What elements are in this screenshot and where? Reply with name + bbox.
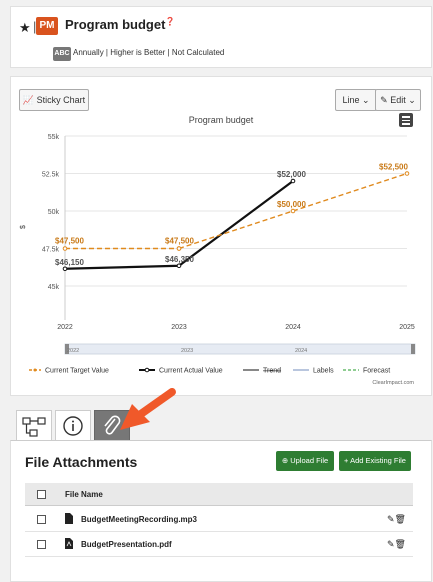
row-actions: ✎🗑 [387,514,406,525]
attachments-panel: File Attachments ⊕ Upload File + Add Exi… [10,440,432,582]
select-all-checkbox[interactable] [37,490,46,499]
navigator-handle-right [411,344,415,354]
row-checkbox[interactable] [37,540,46,549]
chart-icon: 📈 [22,95,35,105]
edit-label: Edit [390,95,406,105]
legend-swatch [33,368,37,372]
x-tick-label: 2024 [285,324,301,331]
info-icon [63,416,83,436]
add-existing-file-button[interactable]: + Add Existing File [339,451,411,471]
trash-icon[interactable]: 🗑 [395,539,406,549]
data-label: $46,350 [165,255,194,264]
upload-file-button[interactable]: ⊕ Upload File [276,451,334,471]
data-point [290,208,296,214]
data-label: $47,500 [55,237,84,246]
y-tick-label: 45k [48,284,60,291]
data-point [62,246,68,251]
row-checkbox[interactable] [37,515,46,524]
edit-dropdown[interactable]: ✎ Edit ⌄ [375,89,421,111]
row-actions: ✎🗑 [387,539,406,550]
y-tick-label: 55k [48,134,60,141]
title-text: Program budget [65,17,166,32]
column-header-file-name: File Name [65,490,103,499]
chart-menu-icon[interactable] [399,113,413,127]
y-tick-label: 47.5k [42,247,60,254]
data-label: $52,500 [379,163,408,172]
file-icon [65,513,73,524]
page-title: Program budget❓ [65,17,175,32]
y-tick-label: 50k [48,209,60,216]
data-label: $50,000 [277,200,306,209]
tab-info[interactable] [55,410,91,442]
pdf-file-icon [65,538,73,549]
data-label: $52,000 [277,170,306,179]
x-tick-label: 2022 [57,324,73,331]
x-tick-label: 2025 [399,324,415,331]
navigator-label: 2024 [295,348,307,354]
diagram-icon [22,417,46,437]
table-row: BudgetPresentation.pdf ✎🗑 [25,532,413,557]
table-header: File Name [25,483,413,506]
y-tick-label: 52.5k [42,172,60,179]
y-axis-label: $ [20,225,27,229]
header-card: ★ | PM Program budget❓ ABC Annually | Hi… [10,6,432,68]
legend-label: Current Actual Value [159,368,223,375]
annotation-arrow [120,388,176,430]
legend-label: Current Target Value [45,368,109,375]
data-point [176,263,182,269]
file-name[interactable]: BudgetMeetingRecording.mp3 [81,515,197,524]
legend-label: Labels [313,368,334,375]
data-point [176,246,182,251]
table-row: BudgetMeetingRecording.mp3 ✎🗑 [25,507,413,532]
trash-icon[interactable]: 🗑 [395,514,406,524]
chart: Program budget $45k 47.5k 50k 52.5k 55k 2022 20… [20,115,416,386]
sticky-label: Sticky Chart [36,95,86,105]
plus-icon: + [344,456,349,465]
measure-description: Annually | Higher is Better | Not Calcul… [73,48,225,57]
upload-icon: ⊕ [281,456,289,465]
sticky-chart-button[interactable]: 📈 Sticky Chart [19,89,89,111]
navigator-label: 2023 [181,348,193,354]
range-navigator [64,343,416,355]
chevron-down-icon: ⌄ [408,95,416,105]
program-badge: PM [36,17,58,35]
attachments-title: File Attachments [25,454,138,470]
type-badge: ABC [53,47,71,61]
pencil-icon[interactable]: ✎ [387,514,395,524]
x-tick-label: 2023 [171,324,187,331]
chevron-down-icon: ⌄ [361,95,370,105]
legend-swatch [144,367,150,373]
navigator-label: 2022 [67,348,79,354]
tab-diagram[interactable] [16,410,52,442]
help-icon[interactable]: ❓ [165,17,175,26]
data-point [290,178,296,184]
data-label: $46,150 [55,258,84,267]
add-existing-label: Add Existing File [350,456,406,465]
pencil-icon: ✎ [380,95,388,105]
chart-title: Program budget [189,115,254,125]
chart-card: Program budget $45k 47.5k 50k 52.5k 55k 2022 20… [10,76,432,396]
data-point [62,266,68,272]
chart-credit: ClearImpact.com [372,380,414,386]
legend-label: Forecast [363,368,390,375]
chart-type-dropdown[interactable]: Line ⌄ [335,89,377,111]
upload-label: Upload File [290,456,329,465]
file-name[interactable]: BudgetPresentation.pdf [81,540,172,549]
data-point [404,171,410,176]
star-icon[interactable]: ★ [19,20,31,36]
legend-label: Trend [263,368,281,375]
pencil-icon[interactable]: ✎ [387,539,395,549]
chart-type-label: Line [342,95,360,105]
